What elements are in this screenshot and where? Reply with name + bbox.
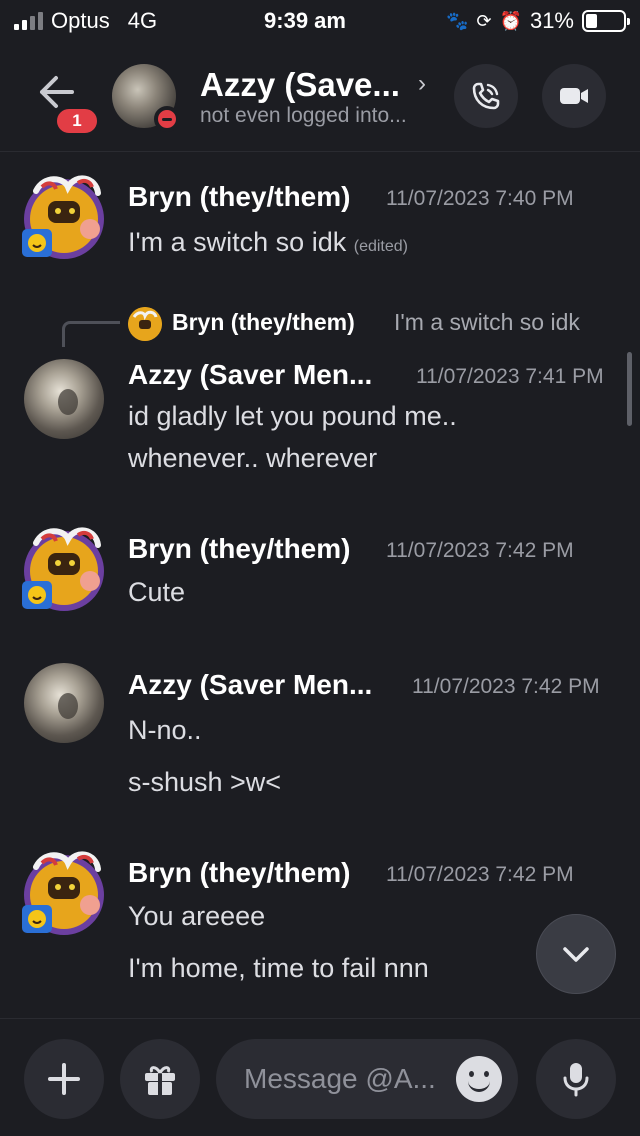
- avatar[interactable]: [18, 167, 108, 263]
- chat-header: 1 Azzy (Save... › not even logged into..…: [0, 42, 640, 152]
- message-author[interactable]: Azzy (Saver Men...: [128, 669, 372, 701]
- message-line: whenever.. wherever: [128, 443, 378, 473]
- gift-icon: [145, 1066, 175, 1095]
- clock: 9:39 am: [264, 8, 346, 33]
- message-timestamp: 11/07/2023 7:42 PM: [386, 539, 574, 562]
- battery-percent: 31%: [529, 8, 574, 33]
- message-timestamp: 11/07/2023 7:41 PM: [416, 365, 604, 388]
- battery-icon: [582, 10, 630, 32]
- chevron-down-icon: [563, 947, 589, 962]
- plus-icon: [48, 1063, 80, 1095]
- voice-message-button[interactable]: [536, 1039, 616, 1119]
- unread-badge: 1: [54, 106, 100, 136]
- message-timestamp: 11/07/2023 7:42 PM: [412, 675, 600, 698]
- avatar[interactable]: [24, 359, 104, 439]
- message-line: s-shush >w<: [128, 767, 282, 797]
- attach-button[interactable]: [24, 1039, 104, 1119]
- signal-strength-icon: [14, 12, 43, 30]
- contact-name[interactable]: Azzy (Save...: [200, 66, 400, 104]
- message-text: I'm a switch so idk (edited): [128, 227, 408, 258]
- chevron-right-icon[interactable]: ›: [418, 70, 426, 98]
- carrier-label: Optus: [51, 8, 110, 33]
- dnd-status-icon: [154, 106, 180, 132]
- video-camera-icon: [560, 88, 588, 104]
- avatar[interactable]: [24, 663, 104, 743]
- message-author[interactable]: Bryn (they/them): [128, 181, 350, 213]
- scrollbar[interactable]: [627, 352, 632, 426]
- network-label: 4G: [127, 8, 158, 33]
- reply-avatar: [128, 307, 162, 341]
- battery-fill: [586, 14, 598, 28]
- message-line: You areeee: [128, 901, 266, 931]
- contact-status[interactable]: not even logged into...: [200, 104, 407, 128]
- message-composer: [0, 1018, 640, 1136]
- message-author[interactable]: Bryn (they/them): [128, 857, 350, 889]
- reply-connector: [62, 321, 120, 347]
- message-line: N-no..: [128, 715, 202, 745]
- message-timestamp: 11/07/2023 7:42 PM: [386, 863, 574, 886]
- status-right: 🐾 ⟳ ⏰ 31%: [416, 8, 630, 34]
- message-list[interactable]: Bryn (they/them) 11/07/2023 7:40 PM I'm …: [0, 153, 640, 1018]
- emoji-icon[interactable]: [456, 1056, 502, 1102]
- phone-icon: [472, 82, 500, 110]
- edited-label: (edited): [353, 238, 408, 255]
- orientation-lock-icon: ⟳: [476, 10, 492, 31]
- reply-text: I'm a switch so idk: [394, 309, 580, 335]
- paw-icon: 🐾: [446, 10, 469, 31]
- jump-to-bottom-button[interactable]: [536, 914, 616, 994]
- message-line: I'm a switch so idk: [128, 227, 347, 257]
- avatar[interactable]: [18, 519, 108, 615]
- reply-preview[interactable]: Bryn (they/them) I'm a switch so idk: [62, 305, 622, 347]
- voice-call-button[interactable]: [454, 64, 518, 128]
- message-line: id gladly let you pound me..: [128, 401, 457, 431]
- video-call-button[interactable]: [542, 64, 606, 128]
- gift-button[interactable]: [120, 1039, 200, 1119]
- microphone-icon: [563, 1063, 589, 1097]
- reply-author: Bryn (they/them): [172, 309, 355, 335]
- message-author[interactable]: Azzy (Saver Men...: [128, 359, 372, 391]
- alarm-icon: ⏰: [499, 10, 522, 31]
- avatar[interactable]: [18, 843, 108, 939]
- message-timestamp: 11/07/2023 7:40 PM: [386, 187, 574, 210]
- message-line: Cute: [128, 577, 186, 607]
- message-author[interactable]: Bryn (they/them): [128, 533, 350, 565]
- message-line: I'm home, time to fail nnn: [128, 953, 429, 983]
- status-bar: Optus 4G 9:39 am 🐾 ⟳ ⏰ 31%: [0, 0, 640, 42]
